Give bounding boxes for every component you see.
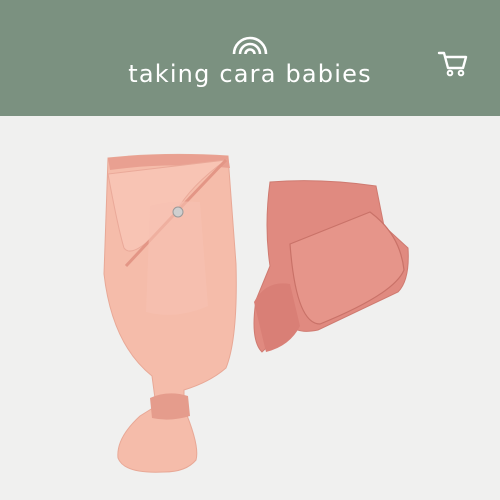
brand-name: taking cara babies (128, 60, 372, 88)
swaddle-sack (103, 153, 237, 473)
swaddle-wrap-band (253, 180, 409, 353)
rainbow-icon (232, 36, 268, 55)
brand-logo[interactable]: taking cara babies (0, 30, 500, 88)
shopping-cart-button[interactable] (436, 46, 470, 80)
product-image-area (0, 116, 500, 500)
shopping-cart-icon (437, 51, 468, 77)
site-header: taking cara babies (0, 0, 500, 116)
product-photo (103, 153, 409, 473)
